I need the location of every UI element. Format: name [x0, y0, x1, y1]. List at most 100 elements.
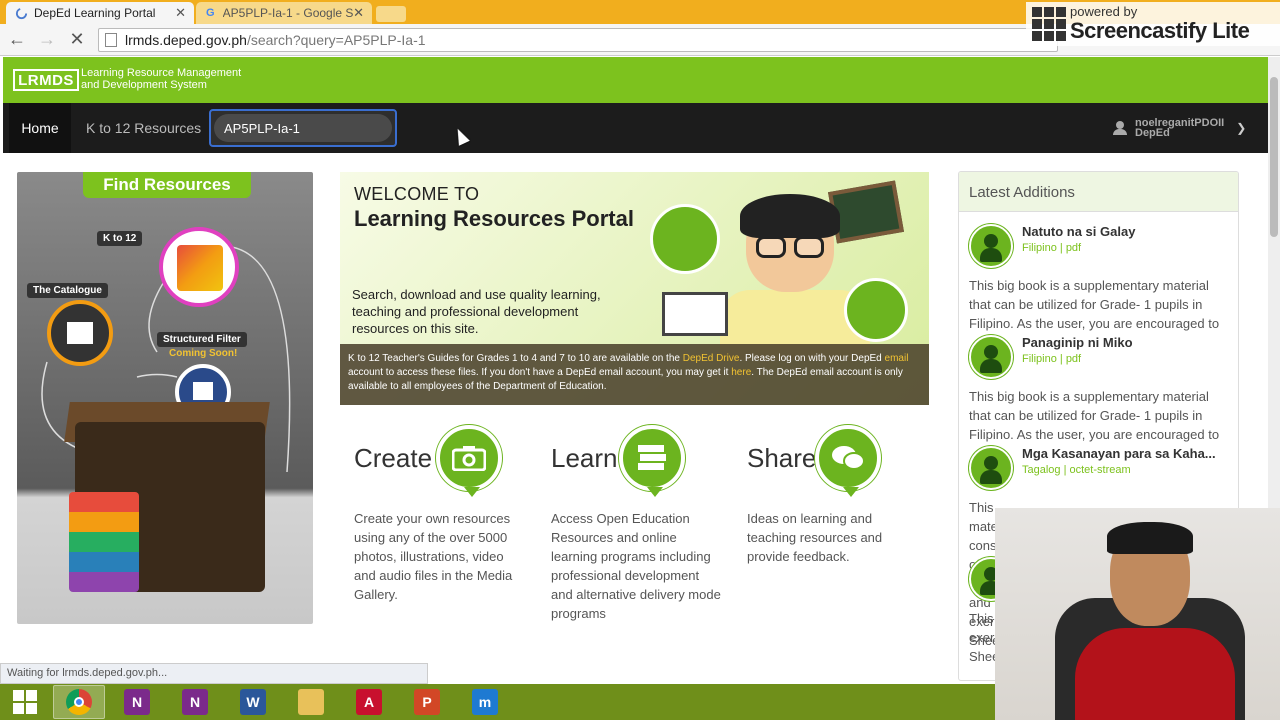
- notice-text-3: account to access these files. If you do…: [348, 367, 729, 378]
- taskbar-file-explorer[interactable]: [285, 685, 337, 719]
- item-title[interactable]: Natuto na si Galay: [1022, 224, 1227, 239]
- url-host: lrmds.deped.gov.ph: [125, 31, 247, 48]
- books-stack-icon[interactable]: [619, 425, 685, 497]
- glasses-right-image: [794, 236, 824, 258]
- feature-description: Create your own resources using any of t…: [354, 511, 513, 602]
- film-icon: [1032, 7, 1066, 41]
- chrome-icon: [66, 689, 92, 715]
- webcam-hair: [1107, 522, 1193, 554]
- logo-subtitle-line1: Learning Resource Management: [81, 67, 242, 79]
- windows-logo-icon: [13, 690, 37, 714]
- here-link[interactable]: here: [731, 367, 751, 378]
- feature-title: Share: [747, 443, 817, 473]
- coming-soon-label: Coming Soon!: [169, 348, 238, 359]
- media-icon: [844, 278, 908, 342]
- new-tab-button[interactable]: [376, 6, 406, 22]
- laptop-image: [662, 292, 728, 336]
- url-path: /search?query=AP5PLP-Ia-1: [246, 31, 426, 48]
- maxthon-icon: m: [472, 689, 498, 715]
- scrollbar-thumb[interactable]: [1270, 77, 1278, 237]
- taskbar-onenote[interactable]: N: [111, 685, 163, 719]
- item-description: This big book is a supplementary materia…: [969, 389, 1220, 442]
- feature-description: Ideas on learning and teaching resources…: [747, 511, 883, 564]
- stop-icon[interactable]: ✕: [64, 27, 90, 53]
- structured-filter-label[interactable]: Structured Filter: [157, 332, 247, 347]
- banner-welcome: WELCOME TO: [354, 184, 480, 204]
- reader-avatar-icon: [969, 335, 1013, 379]
- deped-drive-link[interactable]: DepEd Drive: [683, 353, 740, 364]
- books-stack-image: [69, 492, 139, 592]
- forward-arrow-icon[interactable]: →: [34, 27, 60, 53]
- chat-bubbles-icon[interactable]: [815, 425, 881, 497]
- nav-home[interactable]: Home: [9, 103, 71, 153]
- item-title[interactable]: Panaginip ni Miko: [1022, 335, 1227, 350]
- chevron-down-icon[interactable]: ❯: [1236, 121, 1246, 135]
- search-input[interactable]: [214, 114, 392, 142]
- feature-title: Learn: [551, 443, 618, 473]
- user-org: DepEd: [1135, 127, 1170, 139]
- taskbar-onenote-2[interactable]: N: [169, 685, 221, 719]
- watermark-brand: Screencastify Lite: [1070, 18, 1250, 43]
- find-resources-panel[interactable]: Find Resources K to 12 The Catalogue Str…: [17, 172, 313, 624]
- latest-additions-heading: Latest Additions: [959, 172, 1238, 212]
- banner-description: Search, download and use quality learnin…: [352, 287, 601, 336]
- k12-label[interactable]: K to 12: [97, 231, 143, 246]
- site-logo[interactable]: LRMDS: [13, 69, 79, 91]
- reader-avatar-icon: [969, 224, 1013, 268]
- k12-stairs-icon[interactable]: [159, 227, 239, 307]
- search-field-wrapper: [209, 109, 397, 147]
- screencastify-watermark: powered by Screencastify Lite: [1026, 2, 1280, 46]
- logo-subtitle-line2: and Development System: [81, 79, 207, 91]
- start-button[interactable]: [0, 684, 50, 720]
- user-menu[interactable]: noelreganitPDOII DepEd ❯: [1113, 115, 1246, 141]
- word-icon: W: [240, 689, 266, 715]
- webcam-shirt: [1075, 628, 1235, 720]
- taskbar-maxthon[interactable]: m: [459, 685, 511, 719]
- site-logo-subtitle: Learning Resource Management and Develop…: [81, 67, 241, 91]
- feature-title: Create: [354, 443, 433, 473]
- acrobat-icon: A: [356, 689, 382, 715]
- banner-portal-title: Learning Resources Portal: [354, 206, 634, 231]
- taskbar-word[interactable]: W: [227, 685, 279, 719]
- tab-title: AP5PLP-Ia-1 - Google Sea: [222, 6, 354, 20]
- address-bar[interactable]: lrmds.deped.gov.ph/search?query=AP5PLP-I…: [98, 27, 1058, 52]
- main-navbar: Home K to 12 Resources noelreganitPDOII …: [3, 103, 1268, 153]
- item-meta: Filipino | pdf: [1022, 353, 1082, 365]
- tab-close-icon[interactable]: ✕: [175, 5, 186, 21]
- nav-k12-resources[interactable]: K to 12 Resources: [86, 103, 201, 153]
- item-title[interactable]: Mga Kasanayan para sa Kaha...: [1022, 446, 1227, 461]
- taskbar-powerpoint[interactable]: P: [401, 685, 453, 719]
- camera-icon[interactable]: [436, 425, 502, 497]
- email-link[interactable]: email: [885, 353, 909, 364]
- powerpoint-icon: P: [414, 689, 440, 715]
- taskbar-chrome[interactable]: [53, 685, 105, 719]
- feature-description: Access Open Education Resources and onli…: [551, 511, 721, 621]
- folder-icon: [298, 689, 324, 715]
- item-meta: Filipino | pdf: [1022, 242, 1082, 254]
- browser-tab-active[interactable]: DepEd Learning Portal ✕: [6, 2, 194, 24]
- browser-status-bar: Waiting for lrmds.deped.gov.ph...: [0, 663, 428, 684]
- user-info: noelreganitPDOII DepEd: [1135, 118, 1224, 139]
- notice-text-2: . Please log on with your DepEd: [739, 353, 882, 364]
- page-icon: [105, 32, 117, 47]
- back-arrow-icon[interactable]: ←: [4, 27, 30, 53]
- webcam-overlay: [995, 508, 1280, 720]
- onenote-icon: N: [124, 689, 150, 715]
- taskbar-acrobat[interactable]: A: [343, 685, 395, 719]
- catalogue-icon[interactable]: [47, 300, 113, 366]
- boy-hair-image: [740, 194, 840, 238]
- onenote-icon: N: [182, 689, 208, 715]
- reader-avatar-icon: [969, 446, 1013, 490]
- watermark-powered-by: powered by: [1070, 4, 1138, 19]
- banner-notice: K to 12 Teacher's Guides for Grades 1 to…: [340, 344, 929, 405]
- site-header: LRMDS Learning Resource Management and D…: [3, 57, 1268, 103]
- windows-taskbar: N N W A P m: [0, 684, 995, 720]
- notice-text-1: K to 12 Teacher's Guides for Grades 1 to…: [348, 353, 680, 364]
- browser-tab-google[interactable]: G AP5PLP-Ia-1 - Google Sea ✕: [196, 2, 372, 24]
- item-description: This big book is a supplementary materia…: [969, 278, 1220, 331]
- tab-close-icon[interactable]: ✕: [353, 5, 364, 21]
- books-icon: [650, 204, 720, 274]
- user-icon: [1113, 121, 1127, 135]
- catalogue-label[interactable]: The Catalogue: [27, 283, 108, 298]
- tab-title: DepEd Learning Portal: [34, 6, 156, 20]
